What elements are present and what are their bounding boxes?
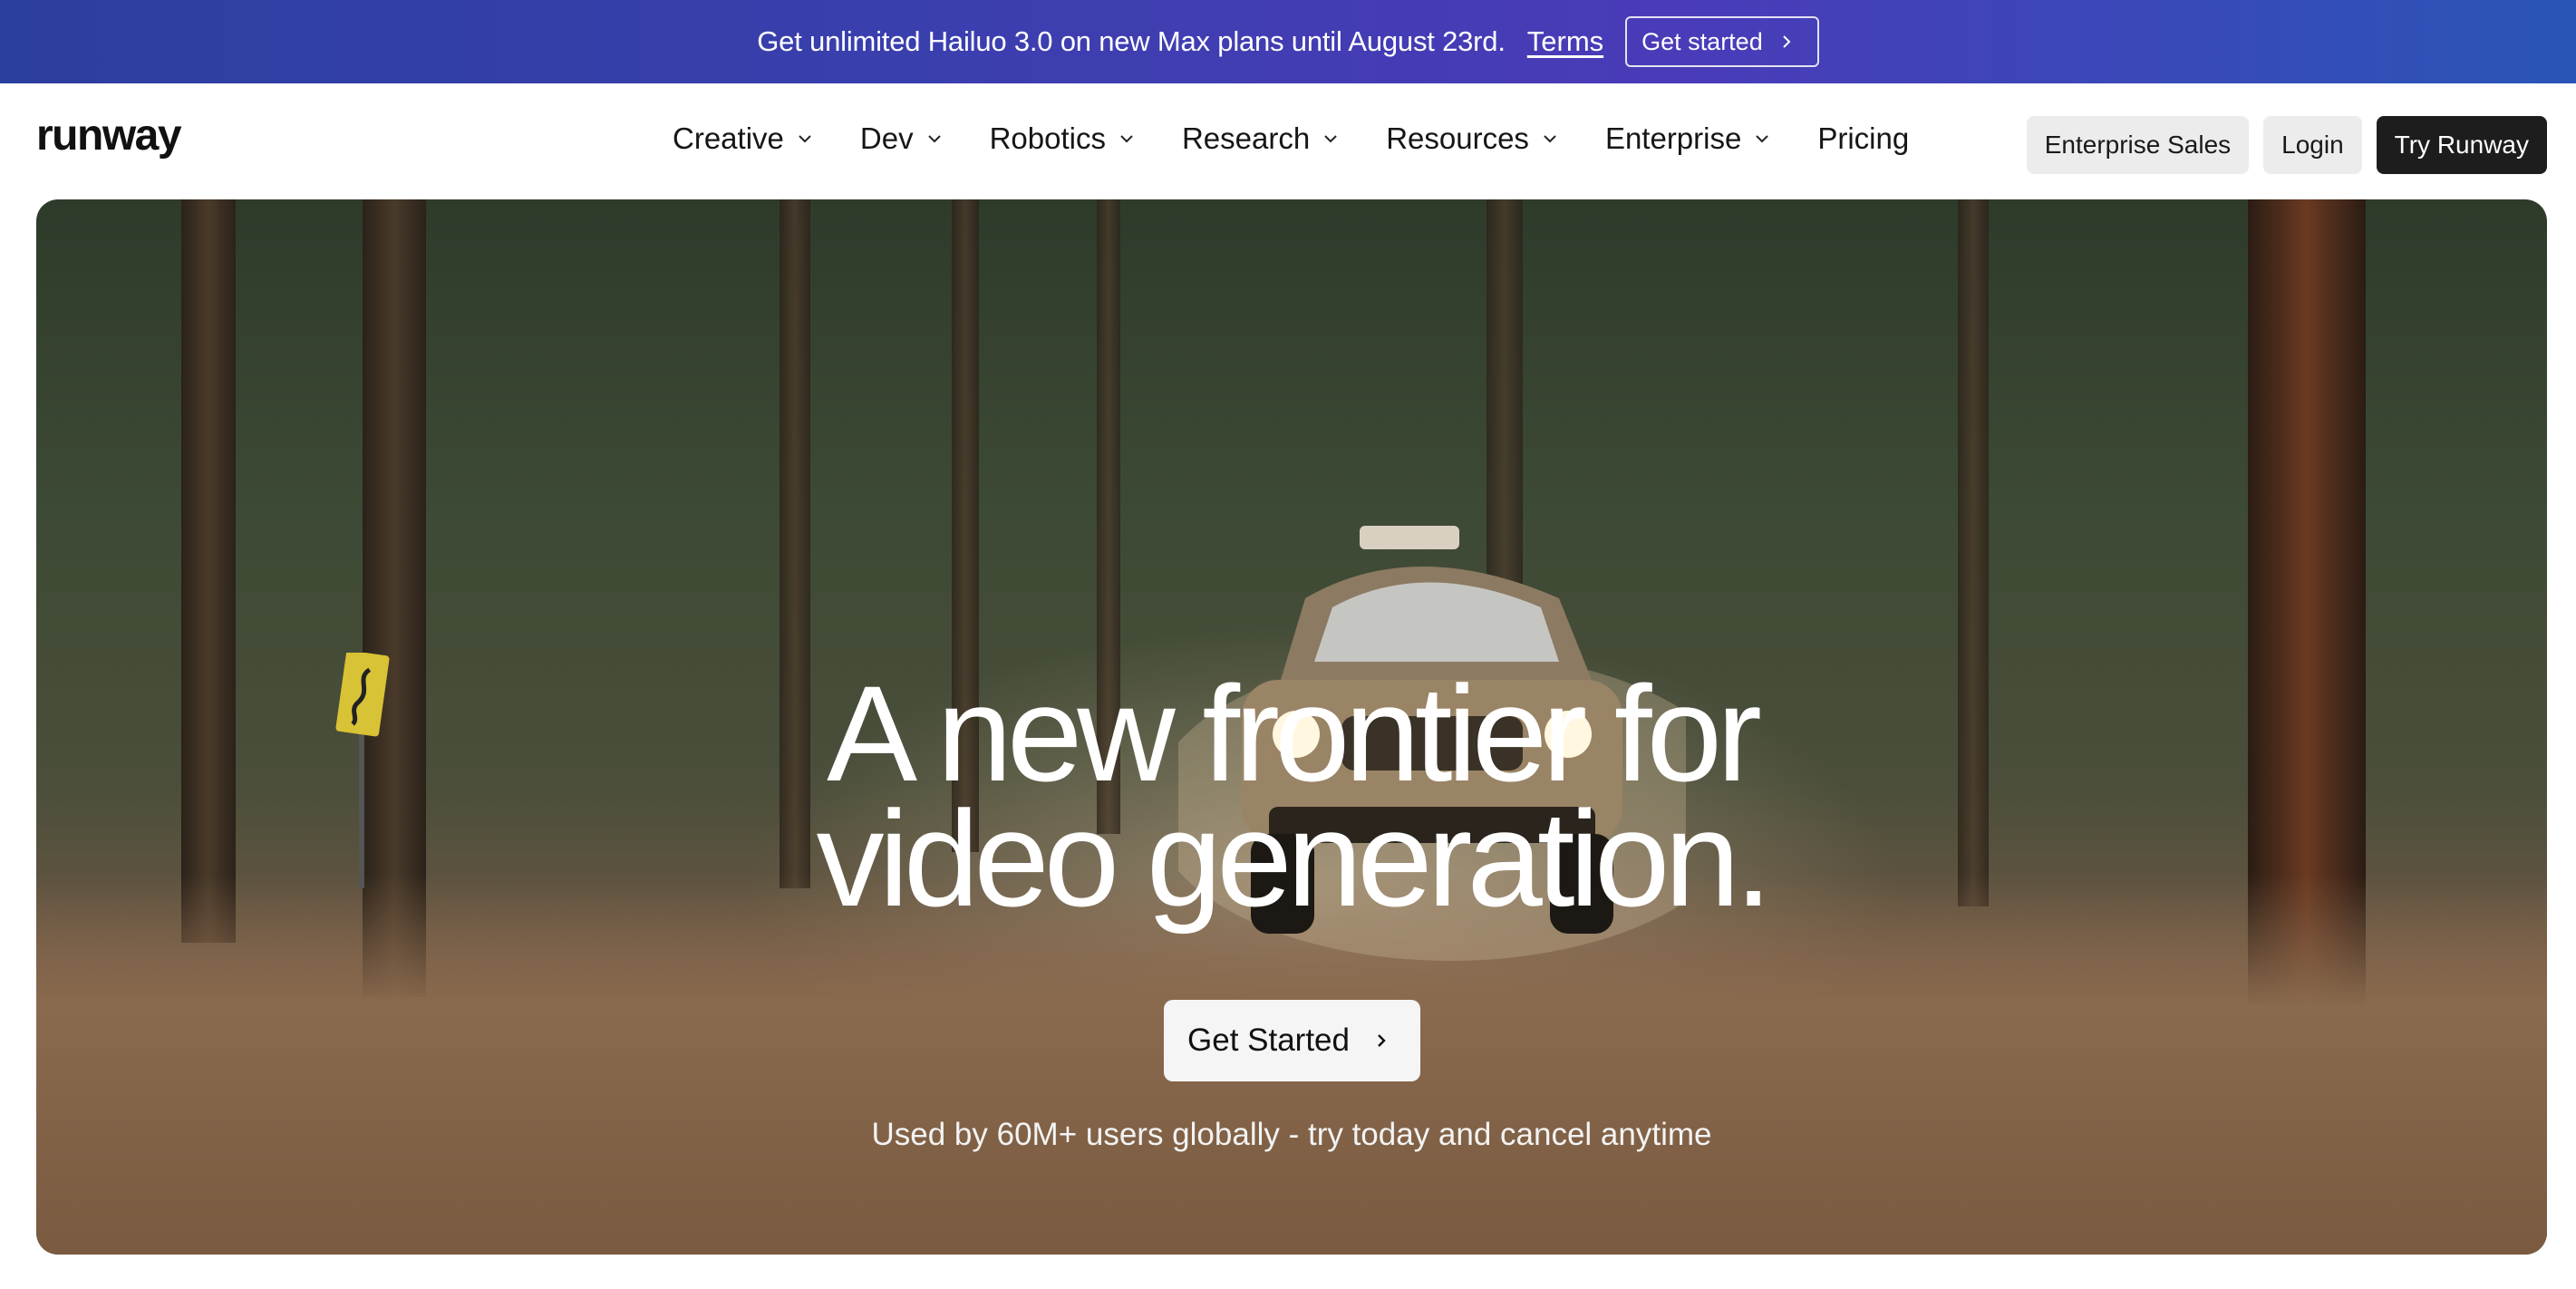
chevron-down-icon — [1756, 135, 1769, 143]
nav-label: Resources — [1386, 121, 1529, 155]
nav-item-dev[interactable]: Dev — [860, 121, 943, 156]
get-started-button[interactable]: Get Started — [1164, 1000, 1420, 1081]
nav-item-creative[interactable]: Creative — [673, 121, 813, 156]
hero-title: A new frontier for video generation. — [36, 665, 2547, 926]
hero-video: A new frontier for video generation. Get… — [36, 199, 2547, 1255]
login-button[interactable]: Login — [2263, 116, 2362, 174]
nav-item-enterprise[interactable]: Enterprise — [1605, 121, 1770, 156]
nav-label: Enterprise — [1604, 121, 1742, 155]
get-started-label: Get Started — [1187, 1022, 1350, 1058]
chevron-down-icon — [799, 135, 811, 143]
site-header: runway Creative Dev Robotics Research Re… — [0, 83, 2576, 199]
promo-text: Get unlimited Hailuo 3.0 on new Max plan… — [757, 25, 1506, 57]
nav-item-pricing[interactable]: Pricing — [1817, 121, 1909, 156]
runway-logo[interactable]: runway — [36, 111, 182, 160]
nav-label: Research — [1181, 121, 1311, 155]
nav-label: Pricing — [1817, 121, 1910, 155]
main-nav: Creative Dev Robotics Research Resources… — [673, 121, 1956, 156]
chevron-right-icon — [1783, 35, 1791, 48]
chevron-right-icon — [1378, 1034, 1386, 1047]
nav-item-resources[interactable]: Resources — [1386, 121, 1558, 156]
chevron-down-icon — [1324, 135, 1337, 143]
hero-title-line-2: video generation. — [816, 782, 1773, 935]
banner-get-started-label: Get started — [1641, 27, 1763, 55]
banner-get-started-button[interactable]: Get started — [1625, 16, 1819, 67]
nav-label: Creative — [673, 121, 784, 155]
nav-label: Dev — [859, 121, 914, 155]
page-bottom — [0, 1255, 2576, 1289]
promo-banner: Get unlimited Hailuo 3.0 on new Max plan… — [0, 0, 2576, 83]
nav-item-research[interactable]: Research — [1182, 121, 1339, 156]
hero-subtitle: Used by 60M+ users globally - try today … — [871, 1117, 1712, 1152]
header-actions: Enterprise Sales Login Try Runway — [2026, 116, 2547, 174]
chevron-down-icon — [1120, 135, 1133, 143]
nav-label: Robotics — [989, 121, 1106, 155]
terms-link[interactable]: Terms — [1527, 25, 1603, 58]
try-runway-button[interactable]: Try Runway — [2376, 116, 2547, 174]
chevron-down-icon — [927, 135, 941, 143]
nav-item-robotics[interactable]: Robotics — [990, 121, 1135, 156]
enterprise-sales-button[interactable]: Enterprise Sales — [2026, 116, 2250, 174]
chevron-down-icon — [1544, 135, 1556, 143]
